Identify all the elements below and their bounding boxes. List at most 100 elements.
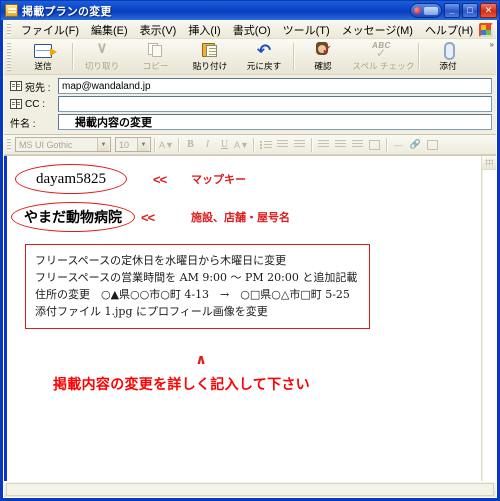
paperclip-attach-icon — [443, 41, 455, 60]
format-separator — [311, 137, 312, 152]
chevron-down-icon[interactable]: ▼ — [97, 138, 109, 151]
statusbar-panel — [6, 483, 494, 496]
cc-input[interactable] — [58, 96, 492, 112]
undo-arrow-icon: ↶ — [256, 41, 272, 60]
detail-line: フリースペースの営業時間を AM 9:00 ～ PM 20:00 と追加記載 — [35, 271, 358, 284]
font-name-select[interactable]: MS UI Gothic ▼ — [15, 137, 111, 152]
facility-name-arrows: << — [141, 210, 155, 225]
to-label-group: 宛先 : — [10, 79, 58, 94]
facility-name-label: 施設、店舗・屋号名 — [191, 211, 290, 224]
send-button[interactable]: 送信 — [16, 39, 70, 74]
mail-window-icon — [5, 4, 18, 17]
menu-file[interactable]: ファイル(F) — [15, 21, 85, 40]
menu-view[interactable]: 表示(V) — [134, 21, 183, 40]
insert-link-button[interactable]: 🔗 — [407, 137, 424, 153]
copy-button[interactable]: コピー — [129, 39, 183, 74]
cc-label: CC : — [25, 98, 45, 110]
to-value: map@wandaland.jp — [62, 80, 151, 92]
text-highlight-button[interactable]: A▼ — [233, 137, 250, 153]
check-names-button[interactable]: ✓ 確認 — [296, 39, 350, 74]
menubar: ファイル(F) 編集(E) 表示(V) 挿入(I) 書式(O) ツール(T) メ… — [4, 21, 496, 39]
format-separator — [154, 137, 155, 152]
window-titlebar[interactable]: 掲載プランの変更 _ □ ✕ — [1, 1, 499, 20]
subject-label: 件名 : — [10, 118, 36, 130]
format-separator — [386, 137, 387, 152]
menu-format[interactable]: 書式(O) — [227, 21, 277, 40]
underline-button[interactable]: U — [216, 137, 233, 153]
insert-image-button[interactable] — [424, 137, 441, 153]
change-details-box: フリースペースの定休日を水曜日から木曜日に変更 フリースペースの営業時間を AM… — [25, 244, 370, 329]
message-header-fields: 宛先 : map@wandaland.jp CC : 件名 : 掲載内容の変更 — [4, 75, 496, 135]
vertical-scrollbar[interactable] — [481, 156, 496, 481]
mapkey-value: dayam5825 — [36, 170, 106, 187]
toolbar-overflow-chevron-icon[interactable]: » — [490, 40, 494, 49]
horizontal-rule-button[interactable]: — — [390, 137, 407, 153]
cut-scissors-icon — [94, 41, 110, 58]
font-color-button[interactable]: A▼ — [158, 137, 175, 153]
scrollbar-split-handle[interactable] — [482, 156, 496, 170]
subject-input[interactable]: 掲載内容の変更 — [58, 114, 492, 130]
cut-label: 切り取り — [84, 61, 120, 71]
menu-help[interactable]: ヘルプ(H) — [419, 21, 479, 40]
attach-label: 添付 — [439, 61, 457, 71]
menu-tools[interactable]: ツール(T) — [277, 21, 336, 40]
spell-check-abc-icon: ABC ✓ — [372, 41, 391, 60]
cut-button[interactable]: 切り取り — [75, 39, 129, 74]
copy-label: コピー — [143, 61, 169, 71]
attach-button[interactable]: 添付 — [421, 39, 475, 74]
undo-label: 元に戻す — [246, 61, 282, 71]
address-book-icon[interactable] — [10, 81, 22, 91]
help-pill-button[interactable] — [410, 3, 442, 18]
paste-button[interactable]: 貼り付け — [183, 39, 237, 74]
facility-name-value: やまだ動物病院 — [24, 210, 122, 226]
cc-row: CC : — [10, 96, 492, 112]
align-center-button[interactable] — [332, 137, 349, 153]
numbered-list-button[interactable] — [257, 137, 274, 153]
spell-check-button[interactable]: ABC ✓ スペル チェック — [350, 39, 416, 74]
menu-message[interactable]: メッセージ(M) — [336, 21, 419, 40]
to-input[interactable]: map@wandaland.jp — [58, 78, 492, 94]
paste-clipboard-icon — [202, 41, 218, 58]
main-toolbar: 送信 切り取り コピー 貼り付け ↶ 元に戻す ✓ 確認 ABC ✓ スペル チ… — [4, 39, 496, 75]
scrollbar-track[interactable] — [482, 170, 496, 481]
to-row: 宛先 : map@wandaland.jp — [10, 78, 492, 94]
copy-pages-icon — [148, 41, 164, 58]
align-left-button[interactable] — [315, 137, 332, 153]
align-right-button[interactable] — [349, 137, 366, 153]
grip-dots-icon — [485, 159, 493, 166]
justify-button[interactable] — [366, 137, 383, 153]
caret-up-icon: ∧ — [195, 351, 207, 367]
menu-insert[interactable]: 挿入(I) — [182, 21, 226, 40]
window-controls: _ □ ✕ — [410, 3, 497, 18]
detail-line: 住所の変更 ○▲県○○市○町 4-13 → ○□県○△市□町 5-25 — [35, 288, 350, 301]
message-body-editor[interactable]: dayam5825 << マップキー やまだ動物病院 << 施設、店舗・屋号名 … — [7, 156, 481, 481]
maximize-button[interactable]: □ — [462, 3, 478, 18]
bold-button[interactable]: B — [182, 137, 199, 153]
subject-row: 件名 : 掲載内容の変更 — [10, 114, 492, 130]
check-names-person-icon: ✓ — [315, 41, 333, 58]
increase-indent-button[interactable] — [291, 137, 308, 153]
windows-flag-logo-icon — [479, 22, 493, 37]
facility-name-oval-annotation: やまだ動物病院 — [11, 202, 135, 232]
toolbar-separator — [72, 43, 73, 70]
toolbar-separator — [418, 43, 419, 70]
address-book-icon[interactable] — [10, 99, 22, 109]
decrease-indent-button[interactable] — [274, 137, 291, 153]
window-title: 掲載プランの変更 — [22, 5, 112, 18]
close-button[interactable]: ✕ — [480, 3, 497, 18]
format-separator — [253, 137, 254, 152]
menu-edit[interactable]: 編集(E) — [85, 21, 134, 40]
instruction-caption: 掲載内容の変更を詳しく記入して下さい — [53, 377, 310, 393]
italic-button[interactable]: I — [199, 137, 216, 153]
chevron-down-icon[interactable]: ▼ — [137, 138, 149, 151]
format-separator — [178, 137, 179, 152]
menubar-grip-handle[interactable] — [7, 23, 11, 36]
minimize-button[interactable]: _ — [444, 3, 460, 18]
window-client-area: ファイル(F) 編集(E) 表示(V) 挿入(I) 書式(O) ツール(T) メ… — [3, 20, 497, 498]
detail-line: フリースペースの定休日を水曜日から木曜日に変更 — [35, 254, 287, 267]
toolbar-grip-handle[interactable] — [7, 42, 11, 71]
font-size-select[interactable]: 10 ▼ — [115, 137, 151, 152]
undo-button[interactable]: ↶ 元に戻す — [237, 39, 291, 74]
toolbar-separator — [293, 43, 294, 70]
formatbar-grip-handle[interactable] — [7, 138, 11, 151]
